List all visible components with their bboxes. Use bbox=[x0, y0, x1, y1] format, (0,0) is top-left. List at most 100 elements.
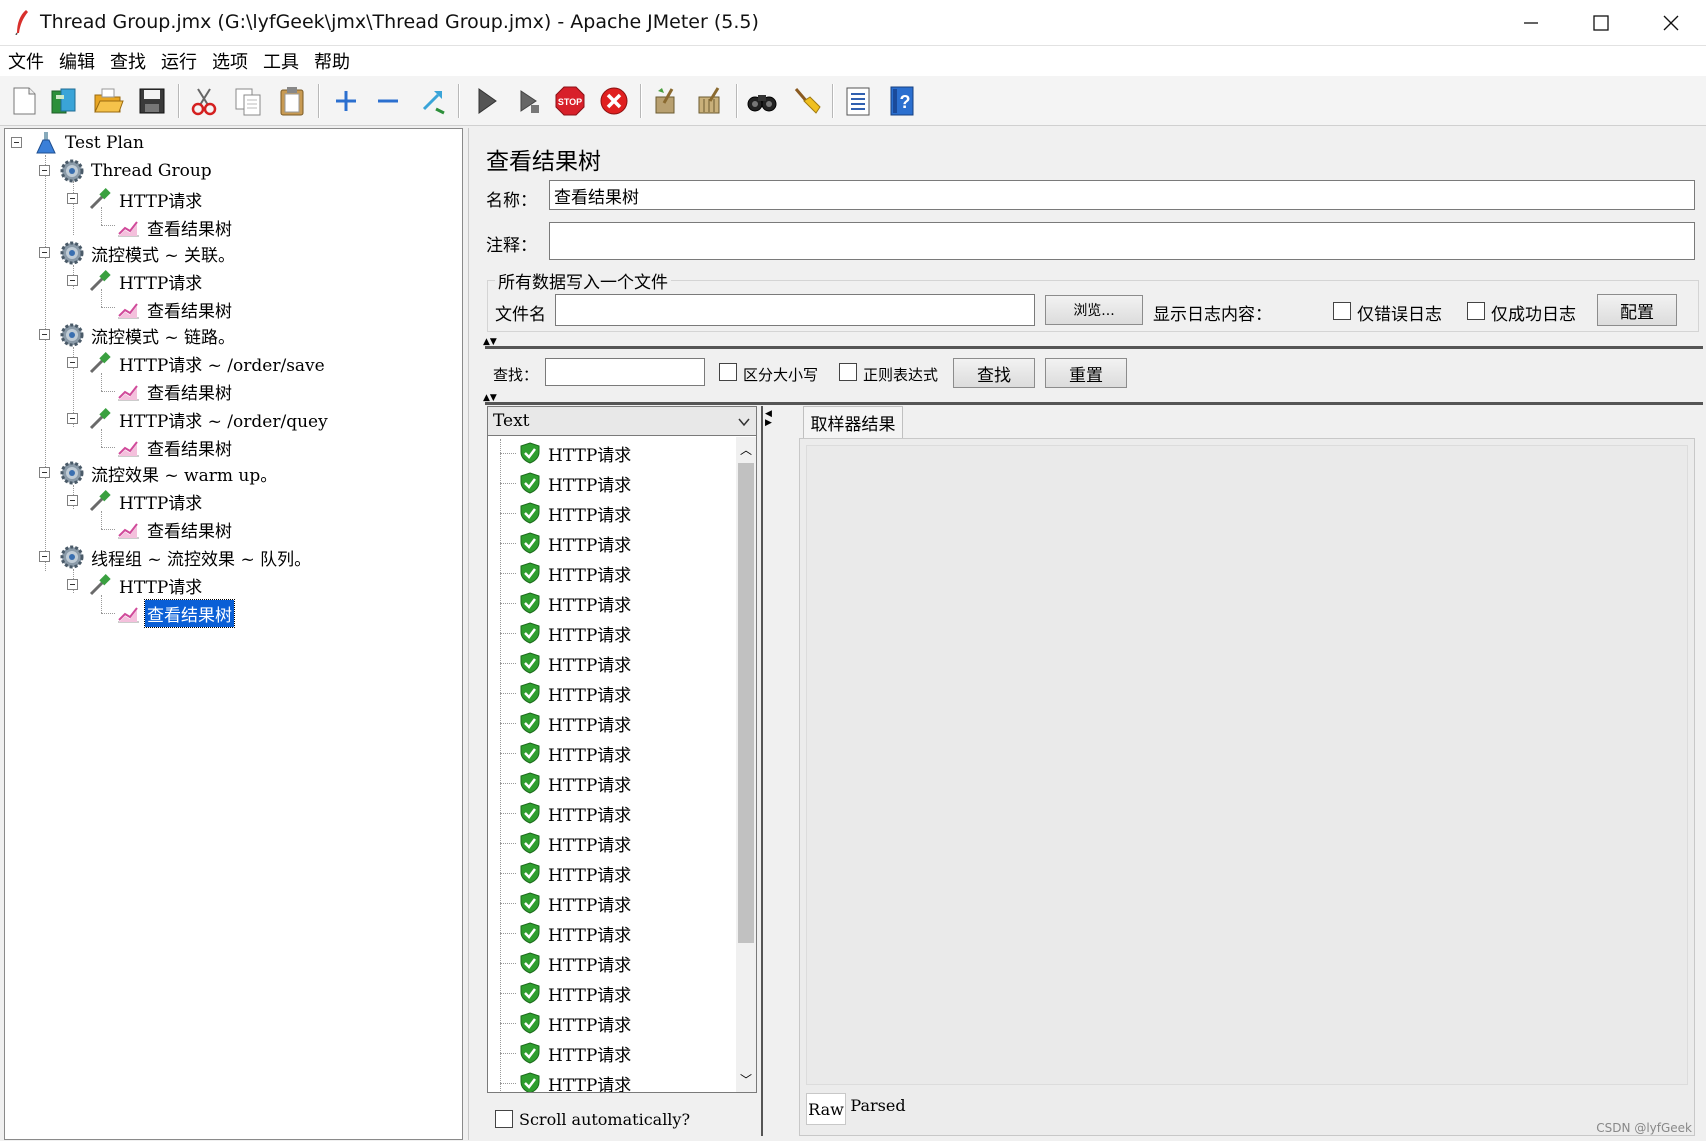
result-item[interactable]: HTTP请求 bbox=[518, 559, 631, 587]
new-button[interactable] bbox=[6, 82, 42, 120]
function-helper-button[interactable] bbox=[840, 82, 876, 120]
tab-raw[interactable]: Raw bbox=[806, 1093, 846, 1125]
tree-collapse-toggle[interactable] bbox=[67, 495, 78, 506]
tab-sampler-result[interactable]: 取样器结果 bbox=[803, 406, 903, 438]
menu-run[interactable]: 运行 bbox=[159, 48, 199, 74]
menu-file[interactable]: 文件 bbox=[6, 48, 46, 74]
start-no-pauses-button[interactable] bbox=[510, 82, 546, 120]
shutdown-button[interactable] bbox=[596, 82, 632, 120]
tree-node-thread-group[interactable]: 流控效果 ~ warm up。 bbox=[59, 459, 279, 487]
stop-button[interactable]: STOP bbox=[552, 82, 588, 120]
minimize-button[interactable] bbox=[1496, 0, 1566, 46]
success-only-checkbox[interactable] bbox=[1467, 302, 1485, 320]
splitter-arrows[interactable]: ◀ ▶ bbox=[765, 410, 772, 428]
start-button[interactable] bbox=[468, 82, 504, 120]
search-input[interactable] bbox=[545, 358, 705, 386]
maximize-button[interactable] bbox=[1566, 0, 1636, 46]
tree-node-http-request[interactable]: HTTP请求 ~ /order/quey bbox=[87, 405, 330, 433]
reset-search-button[interactable] bbox=[788, 82, 824, 120]
cut-button[interactable] bbox=[186, 82, 222, 120]
templates-button[interactable] bbox=[46, 82, 82, 120]
tree-node-thread-group[interactable]: Thread Group bbox=[59, 157, 214, 185]
expand-all-button[interactable] bbox=[328, 82, 364, 120]
tree-collapse-toggle[interactable] bbox=[39, 165, 50, 176]
tree-node-thread-group[interactable]: 线程组 ~ 流控效果 ~ 队列。 bbox=[59, 543, 313, 571]
tree-collapse-toggle[interactable] bbox=[39, 467, 50, 478]
result-item[interactable]: HTTP请求 bbox=[518, 1039, 631, 1067]
tree-node-http-request[interactable]: HTTP请求 bbox=[87, 571, 204, 599]
result-item[interactable]: HTTP请求 bbox=[518, 889, 631, 917]
result-item[interactable]: HTTP请求 bbox=[518, 769, 631, 797]
scroll-up-icon[interactable]: ︿ bbox=[740, 441, 752, 458]
tree-collapse-toggle[interactable] bbox=[39, 247, 50, 258]
tree-collapse-toggle[interactable] bbox=[67, 357, 78, 368]
tree-node-thread-group[interactable]: 流控模式 ~ 链路。 bbox=[59, 321, 237, 349]
tree-node-http-request[interactable]: HTTP请求 bbox=[87, 185, 204, 213]
vertical-splitter[interactable] bbox=[761, 406, 769, 1136]
clear-button[interactable] bbox=[648, 82, 684, 120]
search-button[interactable] bbox=[744, 82, 780, 120]
comment-field[interactable] bbox=[549, 222, 1695, 260]
open-button[interactable] bbox=[90, 82, 126, 120]
save-button[interactable] bbox=[134, 82, 170, 120]
result-item[interactable]: HTTP请求 bbox=[518, 1069, 631, 1092]
menu-tools[interactable]: 工具 bbox=[261, 48, 301, 74]
paste-button[interactable] bbox=[274, 82, 310, 120]
result-item[interactable]: HTTP请求 bbox=[518, 859, 631, 887]
tree-node-view-results-tree[interactable]: 查看结果树 bbox=[115, 295, 234, 323]
result-item[interactable]: HTTP请求 bbox=[518, 529, 631, 557]
result-item[interactable]: HTTP请求 bbox=[518, 709, 631, 737]
renderer-select[interactable]: Text bbox=[487, 406, 757, 436]
results-scrollbar[interactable]: ︿ ﹀ bbox=[736, 437, 756, 1092]
test-plan-tree[interactable]: Test Plan Thread Group HTTP请求 查看结果树 流控模式… bbox=[4, 128, 463, 1140]
find-button[interactable]: 查找 bbox=[953, 358, 1035, 388]
result-item[interactable]: HTTP请求 bbox=[518, 829, 631, 857]
tree-node-view-results-tree[interactable]: 查看结果树 bbox=[115, 213, 234, 241]
tree-collapse-toggle[interactable] bbox=[11, 137, 22, 148]
tree-node-view-results-tree-selected[interactable]: 查看结果树 bbox=[115, 598, 235, 628]
tree-node-thread-group[interactable]: 流控模式 ~ 关联。 bbox=[59, 239, 237, 267]
collapse-all-button[interactable] bbox=[370, 82, 406, 120]
browse-button[interactable]: 浏览... bbox=[1045, 295, 1143, 325]
result-item[interactable]: HTTP请求 bbox=[518, 649, 631, 677]
result-item[interactable]: HTTP请求 bbox=[518, 499, 631, 527]
menu-options[interactable]: 选项 bbox=[210, 48, 250, 74]
help-button[interactable]: ? bbox=[884, 82, 920, 120]
tree-node-test-plan[interactable]: Test Plan bbox=[33, 129, 146, 157]
name-field[interactable]: 查看结果树 bbox=[549, 180, 1695, 210]
scroll-thumb[interactable] bbox=[738, 463, 754, 943]
toggle-button[interactable] bbox=[414, 82, 450, 120]
clear-all-button[interactable] bbox=[692, 82, 728, 120]
result-item[interactable]: HTTP请求 bbox=[518, 1009, 631, 1037]
tab-parsed[interactable]: Parsed bbox=[848, 1089, 908, 1121]
configure-button[interactable]: 配置 bbox=[1597, 294, 1677, 326]
result-item[interactable]: HTTP请求 bbox=[518, 439, 631, 467]
result-item[interactable]: HTTP请求 bbox=[518, 619, 631, 647]
errors-only-checkbox[interactable] bbox=[1333, 302, 1351, 320]
tree-node-view-results-tree[interactable]: 查看结果树 bbox=[115, 433, 234, 461]
copy-button[interactable] bbox=[230, 82, 266, 120]
case-sensitive-checkbox[interactable] bbox=[719, 363, 737, 381]
scroll-automatically-checkbox[interactable] bbox=[495, 1110, 513, 1128]
tree-collapse-toggle[interactable] bbox=[39, 329, 50, 340]
result-item[interactable]: HTTP请求 bbox=[518, 919, 631, 947]
filename-field[interactable] bbox=[555, 294, 1035, 326]
reset-button[interactable]: 重置 bbox=[1045, 358, 1127, 388]
result-item[interactable]: HTTP请求 bbox=[518, 589, 631, 617]
tree-node-http-request[interactable]: HTTP请求 bbox=[87, 267, 204, 295]
menu-search[interactable]: 查找 bbox=[108, 48, 148, 74]
tree-node-http-request[interactable]: HTTP请求 ~ /order/save bbox=[87, 349, 327, 377]
result-item[interactable]: HTTP请求 bbox=[518, 469, 631, 497]
close-button[interactable] bbox=[1636, 0, 1706, 46]
splitter-bar[interactable] bbox=[485, 402, 1703, 405]
result-item[interactable]: HTTP请求 bbox=[518, 979, 631, 1007]
tree-collapse-toggle[interactable] bbox=[67, 579, 78, 590]
tree-node-http-request[interactable]: HTTP请求 bbox=[87, 487, 204, 515]
result-item[interactable]: HTTP请求 bbox=[518, 739, 631, 767]
splitter-bar[interactable] bbox=[485, 346, 1703, 349]
tree-collapse-toggle[interactable] bbox=[39, 551, 50, 562]
menu-edit[interactable]: 编辑 bbox=[57, 48, 97, 74]
tree-collapse-toggle[interactable] bbox=[67, 275, 78, 286]
regex-checkbox[interactable] bbox=[839, 363, 857, 381]
result-item[interactable]: HTTP请求 bbox=[518, 949, 631, 977]
